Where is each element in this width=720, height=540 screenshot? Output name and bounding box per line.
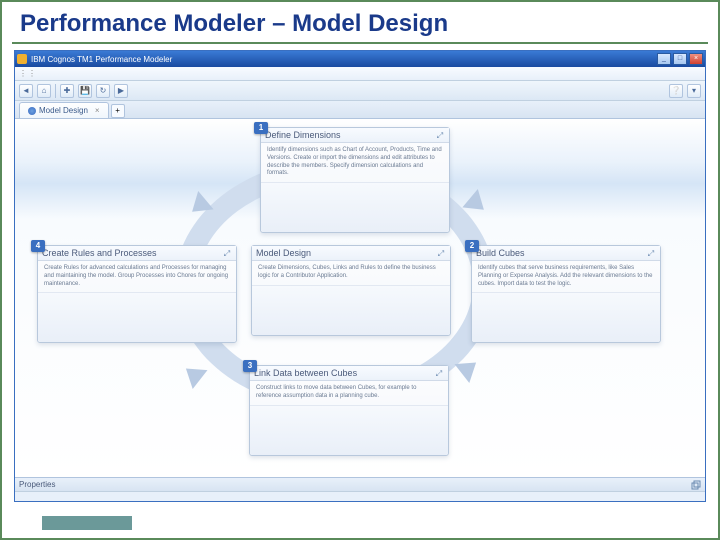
- properties-label: Properties: [19, 480, 55, 489]
- card-content-area: [38, 292, 236, 342]
- app-icon: [17, 54, 27, 64]
- step-badge: 4: [31, 240, 45, 252]
- card-title: Link Data between Cubes: [254, 368, 434, 378]
- save-button[interactable]: 💾: [78, 84, 92, 98]
- expand-icon[interactable]: ⤢: [436, 249, 446, 257]
- tab-icon: [28, 107, 36, 115]
- title-underline: [12, 42, 708, 44]
- toolbar-separator: [55, 84, 56, 98]
- expand-icon[interactable]: ⤢: [646, 249, 656, 257]
- card-build-cubes[interactable]: 2 Build Cubes ⤢ Identify cubes that serv…: [471, 245, 661, 343]
- tab-label: Model Design: [39, 103, 88, 118]
- step-badge: 1: [254, 122, 268, 134]
- canvas: 1 Define Dimensions ⤢ Identify dimension…: [15, 119, 705, 477]
- card-body: Identify cubes that serve business requi…: [472, 261, 660, 292]
- card-content-area: [472, 292, 660, 342]
- new-tab-button[interactable]: +: [111, 104, 125, 118]
- card-body: Create Dimensions, Cubes, Links and Rule…: [252, 261, 450, 285]
- app-window: IBM Cognos TM1 Performance Modeler _ □ ×…: [14, 50, 706, 502]
- step-badge: 3: [243, 360, 257, 372]
- card-model-design-center[interactable]: Model Design ⤢ Create Dimensions, Cubes,…: [251, 245, 451, 336]
- properties-bar[interactable]: Properties: [15, 477, 705, 491]
- card-create-rules[interactable]: 4 Create Rules and Processes ⤢ Create Ru…: [37, 245, 237, 343]
- back-button[interactable]: ◄: [19, 84, 33, 98]
- help-button[interactable]: ❔: [669, 84, 683, 98]
- toolbar: ◄ ⌂ ✚ 💾 ↻ ▶ ❔ ▾: [15, 81, 705, 101]
- expand-icon[interactable]: ⤢: [434, 369, 444, 377]
- card-content-area: [250, 405, 448, 455]
- arrow-icon: [179, 359, 208, 389]
- card-body: Construct links to move data between Cub…: [250, 381, 448, 405]
- window-title: IBM Cognos TM1 Performance Modeler: [31, 55, 657, 64]
- run-button[interactable]: ▶: [114, 84, 128, 98]
- slide-accent: [42, 516, 132, 530]
- arrow-icon: [462, 189, 491, 219]
- step-badge: 2: [465, 240, 479, 252]
- arrow-icon: [184, 191, 213, 221]
- card-title: Model Design: [256, 248, 436, 258]
- card-title: Define Dimensions: [265, 130, 435, 140]
- new-button[interactable]: ✚: [60, 84, 74, 98]
- restore-panel-icon[interactable]: [691, 480, 701, 490]
- arrow-icon: [455, 353, 484, 383]
- close-button[interactable]: ×: [689, 53, 703, 65]
- refresh-button[interactable]: ↻: [96, 84, 110, 98]
- card-title: Build Cubes: [476, 248, 646, 258]
- menu-grip-icon: ⋮⋮: [19, 69, 37, 78]
- card-define-dimensions[interactable]: 1 Define Dimensions ⤢ Identify dimension…: [260, 127, 450, 233]
- slide-title: Performance Modeler – Model Design: [2, 2, 718, 42]
- card-title: Create Rules and Processes: [42, 248, 222, 258]
- menu-bar: ⋮⋮: [15, 67, 705, 81]
- expand-icon[interactable]: ⤢: [222, 249, 232, 257]
- card-content-area: [252, 285, 450, 335]
- status-bar: [15, 491, 705, 501]
- card-body: Identify dimensions such as Chart of Acc…: [261, 143, 449, 182]
- card-link-data[interactable]: 3 Link Data between Cubes ⤢ Construct li…: [249, 365, 449, 456]
- expand-icon[interactable]: ⤢: [435, 131, 445, 139]
- title-bar: IBM Cognos TM1 Performance Modeler _ □ ×: [15, 51, 705, 67]
- minimize-button[interactable]: _: [657, 53, 671, 65]
- card-body: Create Rules for advanced calculations a…: [38, 261, 236, 292]
- tab-strip: Model Design × +: [15, 101, 705, 119]
- tab-close-icon[interactable]: ×: [95, 103, 100, 118]
- maximize-button[interactable]: □: [673, 53, 687, 65]
- tab-model-design[interactable]: Model Design ×: [19, 102, 109, 118]
- card-content-area: [261, 182, 449, 232]
- help-dropdown-button[interactable]: ▾: [687, 84, 701, 98]
- home-button[interactable]: ⌂: [37, 84, 51, 98]
